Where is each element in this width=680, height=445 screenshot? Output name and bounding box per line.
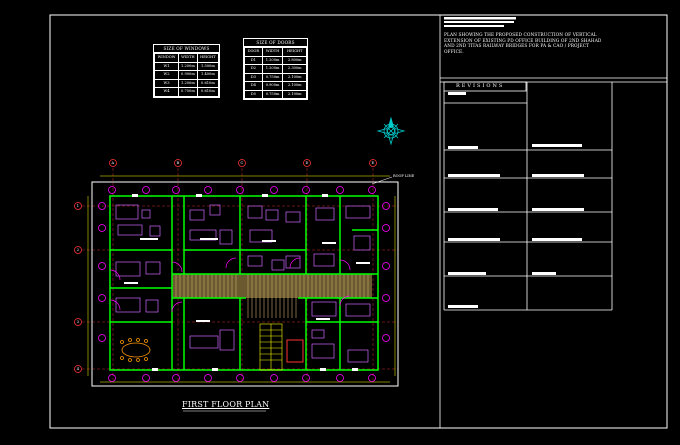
table-row: D2 1.200m 2.300m bbox=[244, 64, 307, 74]
table-header-cell: WIDTH bbox=[178, 53, 198, 63]
grid-label-row: 1 bbox=[76, 203, 80, 208]
table-cell: W2 bbox=[154, 70, 179, 80]
table-cell: 0.900m bbox=[178, 70, 198, 80]
table-cell: W3 bbox=[154, 78, 179, 88]
corridor bbox=[172, 274, 372, 318]
table-cell: 1.200m bbox=[178, 78, 198, 88]
windows-table-title: SIZE OF WINDOWS bbox=[154, 45, 219, 53]
table-cell: 1.500m bbox=[196, 61, 220, 71]
plan-title: FIRST FLOOR PLAN bbox=[182, 400, 270, 409]
table-header-cell: WINDOW bbox=[154, 53, 179, 63]
table-cell: 0.610m bbox=[196, 87, 220, 97]
grid-label-col: C bbox=[240, 160, 244, 165]
table-cell: D1 bbox=[244, 55, 263, 65]
table-cell: D5 bbox=[244, 89, 263, 99]
grid-label-col: D bbox=[305, 160, 309, 165]
table-header-cell: HEIGHT bbox=[282, 47, 307, 57]
roof-line-label: ROOF LINE bbox=[393, 174, 415, 178]
doors-table-title: SIZE OF DOORS bbox=[244, 39, 307, 47]
grid-label-col: B bbox=[176, 160, 180, 165]
table-cell: 0.750m bbox=[261, 72, 284, 82]
table-row: W4 0.750m 0.610m bbox=[154, 87, 220, 97]
table-row: D1 1.200m 2.800m bbox=[244, 55, 307, 65]
table-cell: 2.300m bbox=[282, 64, 307, 74]
table-row: W2 0.900m 1.400m bbox=[154, 70, 220, 80]
windows-table-grid: WINDOW WIDTH HEIGHT W1 1.200m 1.500m W2 … bbox=[154, 53, 220, 97]
table-cell: 1.200m bbox=[261, 64, 284, 74]
table-cell: 1.200m bbox=[261, 55, 284, 65]
title-block-bars bbox=[444, 17, 584, 308]
table-cell: D4 bbox=[244, 81, 263, 91]
table-row: D5 0.750m 2.100m bbox=[244, 89, 307, 99]
table-row: D4 0.900m 2.100m bbox=[244, 81, 307, 91]
table-cell: D2 bbox=[244, 64, 263, 74]
grid-label-row: 2 bbox=[76, 247, 80, 252]
table-cell: D3 bbox=[244, 72, 263, 82]
table-cell: 1.400m bbox=[196, 70, 220, 80]
project-title: PLAN SHOWING THE PROPOSED CONSTRUCTION O… bbox=[444, 33, 664, 55]
table-cell: 0.750m bbox=[261, 89, 284, 99]
table-row: D3 0.750m 2.100m bbox=[244, 72, 307, 82]
grid-label-row: 3 bbox=[76, 319, 80, 324]
grid-label-col: A bbox=[111, 160, 115, 165]
table-cell: 2.800m bbox=[282, 55, 307, 65]
table-cell: 0.900m bbox=[261, 81, 284, 91]
drawing-sheet bbox=[0, 0, 680, 441]
table-cell: 2.100m bbox=[282, 72, 307, 82]
table-header-cell: HEIGHT bbox=[196, 53, 220, 63]
table-cell: 2.100m bbox=[282, 89, 307, 99]
title-block-frame bbox=[439, 14, 668, 429]
table-header-cell: DOOR bbox=[244, 47, 263, 57]
grid-label-row: 4 bbox=[76, 366, 80, 371]
doors-table: SIZE OF DOORS DOOR WIDTH HEIGHT D1 1.200… bbox=[243, 38, 308, 100]
project-title-line: OFFICE. bbox=[444, 49, 464, 55]
table-cell: 0.610m bbox=[196, 78, 220, 88]
table-cell: W1 bbox=[154, 61, 179, 71]
table-header-row: WINDOW WIDTH HEIGHT bbox=[154, 53, 220, 63]
windows-table: SIZE OF WINDOWS WINDOW WIDTH HEIGHT W1 1… bbox=[153, 44, 220, 98]
table-header-cell: WIDTH bbox=[261, 47, 284, 57]
table-cell: 2.100m bbox=[282, 81, 307, 91]
sheet-border bbox=[49, 14, 668, 429]
table-cell: W4 bbox=[154, 87, 179, 97]
grid-label-col: E bbox=[371, 160, 375, 165]
cad-drawing bbox=[49, 14, 668, 429]
north-compass bbox=[376, 116, 406, 146]
table-cell: 0.750m bbox=[178, 87, 198, 97]
table-header-row: DOOR WIDTH HEIGHT bbox=[244, 47, 307, 57]
staircase bbox=[259, 323, 283, 371]
conference-table bbox=[120, 338, 151, 362]
revisions-label: REVISIONS bbox=[456, 83, 505, 89]
table-cell: 1.200m bbox=[178, 61, 198, 71]
table-row: W1 1.200m 1.500m bbox=[154, 61, 220, 71]
roof-line-leader bbox=[371, 176, 393, 185]
lift-shaft bbox=[286, 339, 304, 363]
table-row: W3 1.200m 0.610m bbox=[154, 78, 220, 88]
doors-table-grid: DOOR WIDTH HEIGHT D1 1.200m 2.800m D2 1.… bbox=[244, 47, 307, 99]
